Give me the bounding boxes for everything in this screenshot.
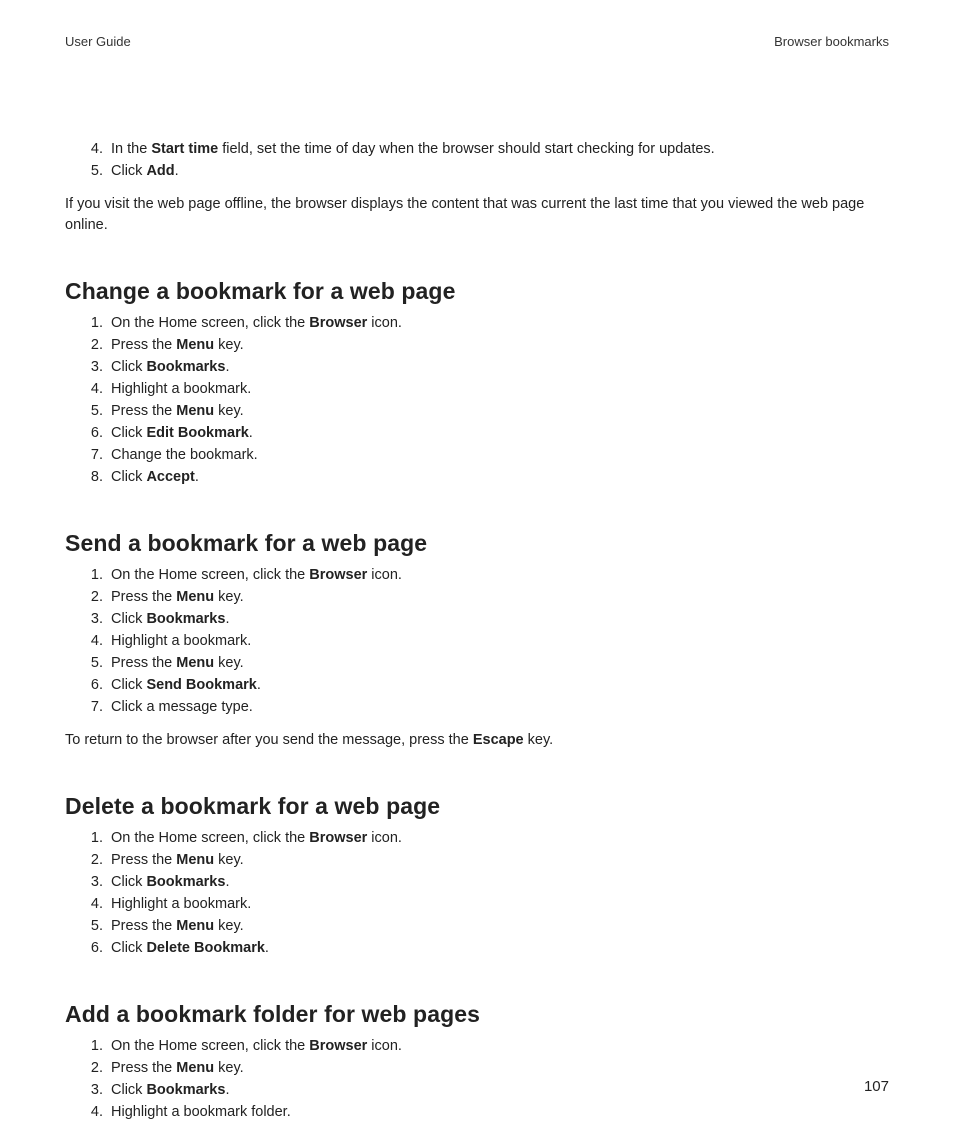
page: User Guide Browser bookmarks In the Star…: [0, 0, 954, 1145]
header-left: User Guide: [65, 34, 131, 49]
step-item: Highlight a bookmark.: [107, 631, 889, 652]
bold-term: Menu: [176, 1060, 214, 1076]
step-item: On the Home screen, click the Browser ic…: [107, 1036, 889, 1057]
steps-list: On the Home screen, click the Browser ic…: [65, 313, 889, 488]
step-item: Highlight a bookmark folder.: [107, 1102, 889, 1123]
intro-steps-list: In the Start time field, set the time of…: [65, 139, 889, 182]
bold-term: Menu: [176, 852, 214, 868]
section-heading: Delete a bookmark for a web page: [65, 793, 889, 820]
steps-list: On the Home screen, click the Browser ic…: [65, 828, 889, 959]
bold-term: Menu: [176, 918, 214, 934]
intro-step: In the Start time field, set the time of…: [107, 139, 889, 160]
section-heading: Add a bookmark folder for web pages: [65, 1001, 889, 1028]
bold-term: Accept: [146, 469, 194, 485]
section-heading: Change a bookmark for a web page: [65, 278, 889, 305]
bold-term: Escape: [473, 732, 524, 748]
step-item: Click a message type.: [107, 697, 889, 718]
step-item: Click Bookmarks.: [107, 872, 889, 893]
step-item: Click Bookmarks.: [107, 609, 889, 630]
step-item: On the Home screen, click the Browser ic…: [107, 828, 889, 849]
step-item: On the Home screen, click the Browser ic…: [107, 313, 889, 334]
header-right: Browser bookmarks: [774, 34, 889, 49]
bold-term: Bookmarks: [146, 1082, 225, 1098]
step-item: Click Send Bookmark.: [107, 675, 889, 696]
steps-list: On the Home screen, click the Browser ic…: [65, 565, 889, 718]
step-item: Click Edit Bookmark.: [107, 423, 889, 444]
step-item: Press the Menu key.: [107, 850, 889, 871]
intro-step: Click Add.: [107, 161, 889, 182]
bold-term: Add: [146, 163, 174, 179]
step-item: Press the Menu key.: [107, 916, 889, 937]
step-item: Press the Menu key.: [107, 1058, 889, 1079]
bold-term: Menu: [176, 655, 214, 671]
step-item: Click Accept.: [107, 467, 889, 488]
bold-term: Bookmarks: [146, 874, 225, 890]
step-item: Press the Menu key.: [107, 587, 889, 608]
step-item: Press the Menu key.: [107, 335, 889, 356]
step-item: Click Delete Bookmark.: [107, 938, 889, 959]
step-item: Highlight a bookmark.: [107, 379, 889, 400]
section-followup-paragraph: To return to the browser after you send …: [65, 730, 889, 751]
bold-term: Bookmarks: [146, 359, 225, 375]
step-item: Highlight a bookmark.: [107, 894, 889, 915]
bold-term: Start time: [151, 141, 218, 157]
page-header: User Guide Browser bookmarks: [65, 34, 889, 49]
step-item: Press the Menu key.: [107, 653, 889, 674]
step-item: On the Home screen, click the Browser ic…: [107, 565, 889, 586]
intro-followup-paragraph: If you visit the web page offline, the b…: [65, 194, 889, 236]
step-item: Change the bookmark.: [107, 445, 889, 466]
bold-term: Send Bookmark: [146, 677, 256, 693]
bold-term: Menu: [176, 403, 214, 419]
step-item: Press the Menu key.: [107, 401, 889, 422]
step-item: Click Bookmarks.: [107, 1080, 889, 1101]
bold-term: Bookmarks: [146, 611, 225, 627]
bold-term: Browser: [309, 830, 367, 846]
bold-term: Browser: [309, 567, 367, 583]
page-number: 107: [864, 1078, 889, 1095]
section-heading: Send a bookmark for a web page: [65, 530, 889, 557]
bold-term: Browser: [309, 315, 367, 331]
bold-term: Browser: [309, 1038, 367, 1054]
step-item: Click Bookmarks.: [107, 357, 889, 378]
bold-term: Menu: [176, 337, 214, 353]
bold-term: Delete Bookmark: [146, 940, 264, 956]
bold-term: Menu: [176, 589, 214, 605]
steps-list: On the Home screen, click the Browser ic…: [65, 1036, 889, 1123]
bold-term: Edit Bookmark: [146, 425, 248, 441]
